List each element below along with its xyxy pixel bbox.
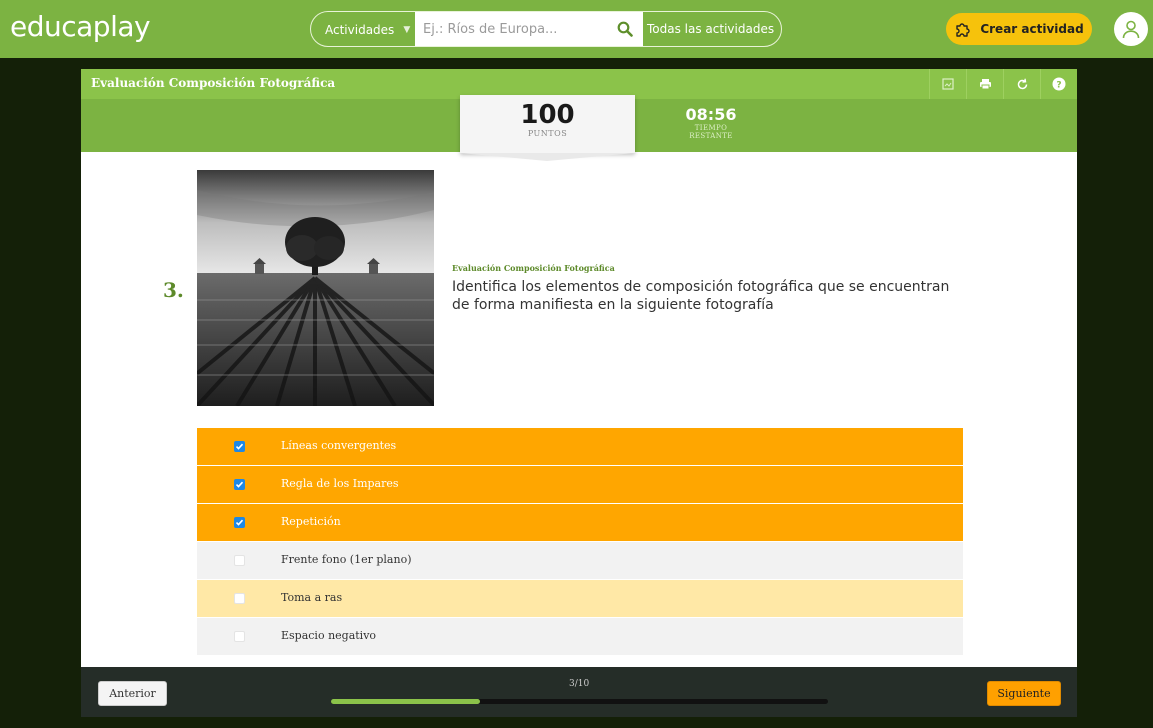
activity-title: Evaluación Composición Fotográfica (91, 76, 336, 90)
progress-counter: 3/10 (569, 679, 590, 689)
category-dropdown[interactable]: Actividades ▼ (317, 18, 412, 42)
answer-checkbox[interactable] (234, 479, 245, 490)
print-icon (979, 79, 991, 90)
score-card: 100 PUNTOS (460, 95, 635, 161)
timer: 08:56 TIEMPO RESTANTE (676, 105, 746, 140)
search-bar: Actividades ▼ Todas las actividades (310, 11, 782, 47)
answer-option[interactable]: Frente fono (1er plano) (197, 542, 963, 579)
svg-text:?: ? (1056, 81, 1061, 91)
answer-label: Líneas convergentes (281, 439, 397, 452)
answer-label: Toma a ras (281, 591, 343, 604)
answer-option[interactable]: Espacio negativo (197, 618, 963, 655)
previous-button[interactable]: Anterior (98, 681, 167, 706)
answer-option[interactable]: Líneas convergentes (197, 428, 963, 465)
time-remaining-label: TIEMPO RESTANTE (689, 124, 733, 140)
top-navigation-bar: educaplay Actividades ▼ Todas las activi… (0, 0, 1153, 58)
refresh-icon (1017, 78, 1027, 89)
activity-footer: Anterior 3/10 Siguiente (81, 667, 1077, 717)
score-label: PUNTOS (527, 129, 568, 138)
user-avatar[interactable] (1114, 12, 1148, 46)
help-button[interactable]: ? (1040, 69, 1077, 99)
search-button[interactable] (607, 12, 643, 46)
question-number: 3. (163, 278, 184, 302)
all-activities-link[interactable]: Todas las actividades (647, 12, 774, 46)
embed-button[interactable] (929, 69, 966, 99)
answer-label: Espacio negativo (281, 629, 377, 642)
score-value: 100 (520, 100, 575, 130)
category-dropdown-label: Actividades (325, 23, 395, 37)
restart-button[interactable] (1003, 69, 1040, 99)
answer-option[interactable]: Toma a ras (197, 580, 963, 617)
answer-option[interactable]: Repetición (197, 504, 963, 541)
answer-checkbox[interactable] (234, 631, 245, 642)
activity-window: Evaluación Composición Fotográfica ? 100… (81, 69, 1077, 717)
educaplay-logo[interactable]: educaplay (10, 10, 151, 43)
progress-bar-fill (331, 699, 481, 704)
next-button[interactable]: Siguiente (987, 681, 1061, 706)
create-activity-label: Crear actividad (980, 22, 1084, 36)
create-activity-button[interactable]: Crear actividad (946, 13, 1092, 45)
search-icon (617, 21, 633, 37)
search-input[interactable] (415, 12, 611, 46)
answer-label: Regla de los Impares (281, 477, 399, 490)
checkmark-icon (235, 481, 244, 488)
answer-checkbox[interactable] (234, 441, 245, 452)
progress-bar (331, 699, 828, 704)
chevron-down-icon: ▼ (403, 25, 411, 35)
checkmark-icon (235, 443, 244, 450)
user-icon (1122, 20, 1140, 39)
question-text: Identifica los elementos de composición … (452, 279, 950, 313)
question-photo (197, 170, 434, 406)
answer-option[interactable]: Regla de los Impares (197, 466, 963, 503)
activity-toolbar: ? (929, 69, 1077, 99)
checkmark-icon (235, 519, 244, 526)
print-button[interactable] (966, 69, 1003, 99)
embed-icon (942, 78, 954, 90)
answer-checkbox[interactable] (234, 555, 245, 566)
time-remaining-value: 08:56 (685, 105, 737, 124)
answer-list: Líneas convergentes Regla de los Impares R… (197, 428, 963, 656)
answer-label: Repetición (281, 515, 341, 528)
answer-checkbox[interactable] (234, 517, 245, 528)
answer-checkbox[interactable] (234, 593, 245, 604)
question-subtitle: Evaluación Composición Fotográfica (452, 263, 615, 273)
answer-label: Frente fono (1er plano) (281, 553, 412, 566)
help-icon: ? (1052, 77, 1066, 91)
puzzle-icon (956, 23, 971, 37)
